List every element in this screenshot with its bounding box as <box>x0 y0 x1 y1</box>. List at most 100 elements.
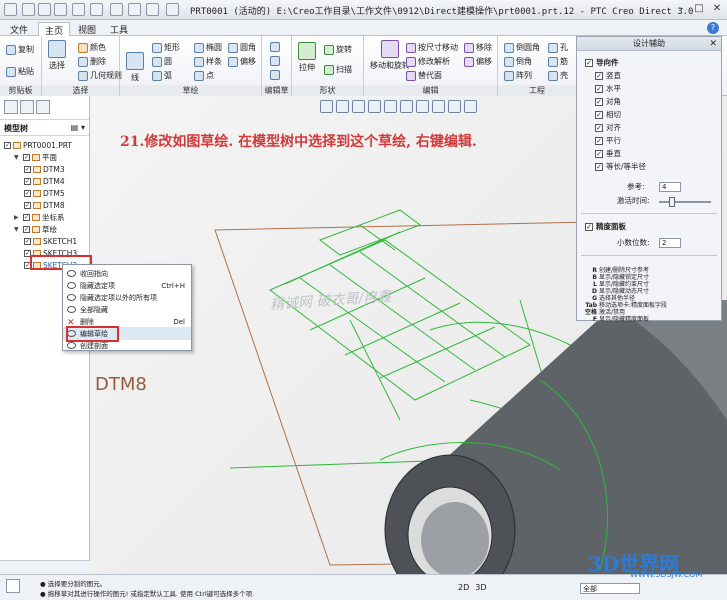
help-icon[interactable]: ? <box>707 22 719 34</box>
view-3d-button[interactable]: 3D <box>475 583 486 592</box>
hole-button[interactable]: 孔 <box>548 42 568 53</box>
redo-icon[interactable] <box>90 3 103 16</box>
tree-item[interactable]: ✓ DTM3 <box>24 164 65 175</box>
pattern-button[interactable]: 阵列 <box>504 70 532 81</box>
sweep-button[interactable]: 扫描 <box>324 64 352 75</box>
circle-button[interactable]: 圆 <box>152 56 172 67</box>
fillet-button[interactable]: 圆角 <box>228 42 256 53</box>
edit-sketch-tool-1[interactable] <box>270 42 280 52</box>
edit-sketch-tool-2[interactable] <box>270 56 280 66</box>
rect-button[interactable]: 矩形 <box>152 42 180 53</box>
collapse-icon[interactable]: ▼ <box>14 154 21 161</box>
model-tree-scrollbar[interactable] <box>0 560 90 574</box>
spline-button[interactable]: 样条 <box>194 56 222 67</box>
offset-sketch-button[interactable]: 偏移 <box>228 56 256 67</box>
zoom-out-icon[interactable] <box>352 100 365 113</box>
close-window-icon[interactable] <box>146 3 159 16</box>
close-icon[interactable]: ✕ <box>711 3 723 15</box>
guide-option[interactable]: ✓ 相切 <box>595 109 621 120</box>
guide-option[interactable]: ✓ 竖直 <box>595 70 621 81</box>
decimal-spinner[interactable]: 2 <box>659 238 681 248</box>
visibility-checkbox[interactable]: ✓ <box>24 178 31 185</box>
tree-item[interactable]: ✓ SKETCH1 <box>24 236 77 247</box>
message-log-icon[interactable] <box>6 579 20 593</box>
guide-option[interactable]: ✓ 对角 <box>595 96 621 107</box>
guide-option[interactable]: ✓ 水平 <box>595 83 621 94</box>
tree-item[interactable]: ✓ DTM8 <box>24 200 65 211</box>
tab-home[interactable]: 主页 <box>38 22 71 37</box>
windows-icon[interactable] <box>128 3 141 16</box>
shell-button[interactable]: 壳 <box>548 70 568 81</box>
visibility-checkbox[interactable]: ✓ <box>23 226 30 233</box>
tree-item[interactable]: ✓ DTM5 <box>24 188 65 199</box>
revolve-button[interactable]: 旋转 <box>324 44 352 55</box>
rib-button[interactable]: 筋 <box>548 56 568 67</box>
visibility-checkbox[interactable]: ✓ <box>4 142 11 149</box>
tree-item[interactable]: ✓ PRT0001.PRT <box>4 140 72 151</box>
guide-option[interactable]: ✓ 垂直 <box>595 148 621 159</box>
extrude-button[interactable]: 拉伸 <box>298 42 316 73</box>
visibility-checkbox[interactable]: ✓ <box>24 166 31 173</box>
visibility-checkbox[interactable]: ✓ <box>23 154 30 161</box>
reference-spinner[interactable]: 4 <box>659 182 681 192</box>
arc-button[interactable]: 弧 <box>152 70 172 81</box>
spin-center-icon[interactable] <box>464 100 477 113</box>
customize-qa-icon[interactable] <box>166 3 179 16</box>
visibility-checkbox[interactable]: ✓ <box>24 202 31 209</box>
snap-time-slider[interactable] <box>659 201 711 203</box>
tree-item[interactable]: ▶ ✓ 坐标系 <box>14 212 65 223</box>
visibility-checkbox[interactable]: ✓ <box>24 238 31 245</box>
save-icon[interactable] <box>54 3 67 16</box>
modify-analysis-button[interactable]: 修改解析 <box>406 56 450 67</box>
round-button[interactable]: 倒圆角 <box>504 42 540 53</box>
move-rotate-button[interactable]: 移动和旋转 <box>370 40 410 71</box>
geometry-rule-button[interactable]: 几何规则 <box>78 70 122 81</box>
undo-icon[interactable] <box>72 3 85 16</box>
expand-icon[interactable]: ▶ <box>14 214 21 221</box>
remove-button[interactable]: 移除 <box>464 42 492 53</box>
annotation-display-icon[interactable] <box>448 100 461 113</box>
chamfer-button[interactable]: 倒角 <box>504 56 532 67</box>
view-manager-icon[interactable] <box>384 100 397 113</box>
tree-item[interactable]: ✓ DTM4 <box>24 176 65 187</box>
visibility-checkbox[interactable]: ✓ <box>23 214 30 221</box>
display-style-icon[interactable] <box>400 100 413 113</box>
zoom-in-icon[interactable] <box>336 100 349 113</box>
datum-display-icon[interactable] <box>432 100 445 113</box>
ellipse-button[interactable]: 椭圆 <box>194 42 222 53</box>
copy-button[interactable]: 复制 <box>6 44 34 55</box>
repaint-icon[interactable] <box>368 100 381 113</box>
tab-tools[interactable]: 工具 <box>104 22 134 36</box>
replace-button[interactable]: 替代面 <box>406 70 442 81</box>
open-file-icon[interactable] <box>38 3 51 16</box>
view-2d-button[interactable]: 2D <box>458 583 469 592</box>
edit-sketch-tool-3[interactable] <box>270 70 280 80</box>
favorites-icon[interactable] <box>36 100 50 114</box>
slider-thumb[interactable] <box>669 197 675 207</box>
guides-toggle[interactable]: ✓ 导向件 <box>585 57 619 68</box>
collapse-icon[interactable]: ▼ <box>14 226 21 233</box>
offset-button[interactable]: 偏移 <box>464 56 492 67</box>
guide-option[interactable]: ✓ 等长/等半径 <box>595 161 646 172</box>
guide-option[interactable]: ✓ 平行 <box>595 135 621 146</box>
precision-panel-toggle[interactable]: ✓ 精度面板 <box>585 221 626 232</box>
regenerate-icon[interactable] <box>110 3 123 16</box>
selection-filter[interactable]: 全部 <box>580 583 640 594</box>
line-button[interactable]: 线 <box>126 52 144 83</box>
tree-item[interactable]: ▼ ✓ 平面 <box>14 152 57 163</box>
saved-views-icon[interactable] <box>416 100 429 113</box>
maximize-icon[interactable]: □ <box>693 3 705 15</box>
refit-icon[interactable] <box>320 100 333 113</box>
minimize-icon[interactable]: – <box>675 3 687 15</box>
tab-file[interactable]: 文件 <box>4 22 34 36</box>
eraser-button[interactable]: 删除 <box>78 56 106 67</box>
point-button[interactable]: 点 <box>194 70 214 81</box>
select-button[interactable]: 选择 <box>48 40 66 71</box>
paste-button[interactable]: 粘贴 <box>6 66 34 77</box>
tab-view[interactable]: 视图 <box>72 22 102 36</box>
guide-option[interactable]: ✓ 对齐 <box>595 122 621 133</box>
close-icon[interactable]: ✕ <box>709 37 717 51</box>
folder-browser-icon[interactable] <box>20 100 34 114</box>
new-file-icon[interactable] <box>22 3 35 16</box>
tree-settings-icon[interactable]: ▤ ▾ <box>71 123 85 132</box>
